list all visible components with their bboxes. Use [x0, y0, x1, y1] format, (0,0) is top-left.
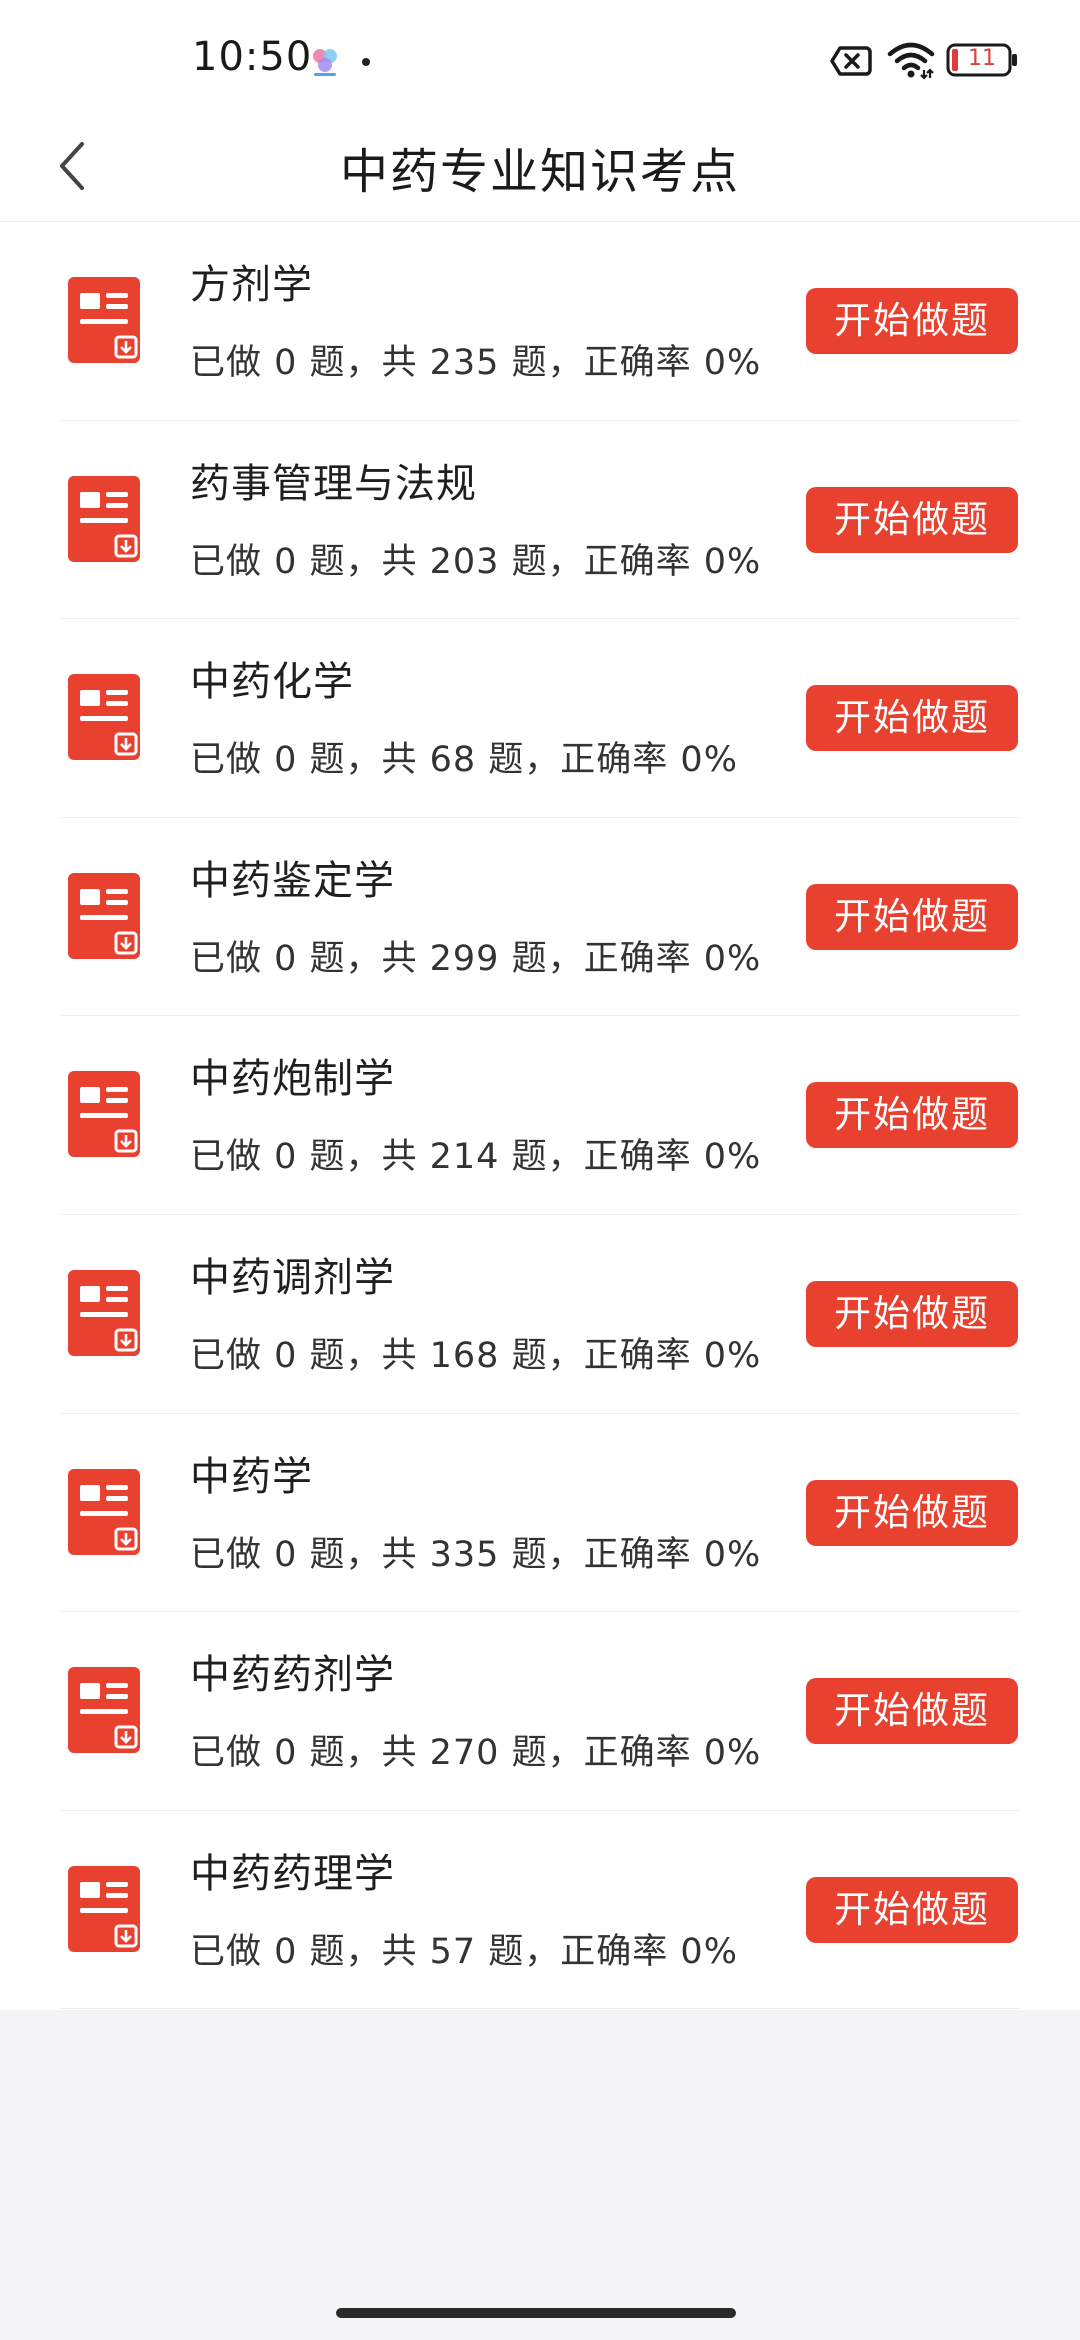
wifi-icon [887, 42, 935, 80]
document-icon [68, 1667, 140, 1754]
topic-stats: 已做 0 题，共 57 题，正确率 0% [190, 1931, 738, 1972]
topic-title: 中药学 [190, 1453, 313, 1500]
app-notification-icon [313, 49, 337, 76]
topic-stats: 已做 0 题，共 299 题，正确率 0% [190, 938, 762, 979]
topic-stats: 已做 0 题，共 235 题，正确率 0% [190, 343, 762, 383]
topic-stats: 已做 0 题，共 214 题，正确率 0% [190, 1137, 762, 1178]
top-app-bar: 中药专业知识考点 [0, 110, 1080, 222]
status-bar: 10:50 11 [0, 0, 1080, 110]
start-quiz-button[interactable]: 开始做题 [806, 883, 1018, 950]
list-item[interactable]: 中药鉴定学 已做 0 题，共 299 题，正确率 0% 开始做题 [0, 818, 1080, 1017]
topic-title: 中药化学 [190, 659, 354, 706]
topic-title: 中药炮制学 [190, 1056, 395, 1103]
document-icon [68, 1865, 140, 1952]
list-item[interactable]: 中药调剂学 已做 0 题，共 168 题，正确率 0% 开始做题 [0, 1215, 1080, 1414]
start-quiz-button[interactable]: 开始做题 [806, 1280, 1018, 1347]
document-icon [68, 1071, 140, 1158]
document-icon [68, 1468, 140, 1555]
page-title: 中药专业知识考点 [339, 144, 740, 200]
start-quiz-button[interactable]: 开始做题 [806, 288, 1018, 354]
start-quiz-button[interactable]: 开始做题 [806, 1479, 1018, 1546]
list-item[interactable]: 中药炮制学 已做 0 题，共 214 题，正确率 0% 开始做题 [0, 1016, 1080, 1215]
topic-title: 中药调剂学 [190, 1254, 395, 1301]
topic-title: 方剂学 [190, 262, 313, 308]
topic-list: 方剂学 已做 0 题，共 235 题，正确率 0% 开始做题 药事管理与法规 已… [0, 222, 1080, 2010]
topic-stats: 已做 0 题，共 203 题，正确率 0% [190, 541, 762, 582]
topic-title: 中药药理学 [190, 1850, 395, 1897]
list-item[interactable]: 中药学 已做 0 题，共 335 题，正确率 0% 开始做题 [0, 1414, 1080, 1613]
document-icon [68, 872, 140, 959]
topic-title: 中药药剂学 [190, 1652, 395, 1699]
document-icon [68, 1269, 140, 1356]
topic-stats: 已做 0 题，共 335 题，正确率 0% [190, 1534, 762, 1575]
list-item[interactable]: 药事管理与法规 已做 0 题，共 203 题，正确率 0% 开始做题 [0, 421, 1080, 620]
notification-dot [362, 58, 370, 66]
list-item[interactable]: 中药化学 已做 0 题，共 68 题，正确率 0% 开始做题 [0, 619, 1080, 818]
topic-stats: 已做 0 题，共 168 题，正确率 0% [190, 1335, 762, 1376]
status-time: 10:50 [192, 34, 313, 80]
document-icon [68, 475, 140, 562]
topic-stats: 已做 0 题，共 270 题，正确率 0% [190, 1733, 762, 1774]
list-item[interactable]: 中药药理学 已做 0 题，共 57 题，正确率 0% 开始做题 [0, 1811, 1080, 2010]
topic-title: 药事管理与法规 [190, 460, 477, 507]
topic-title: 中药鉴定学 [190, 857, 395, 904]
home-indicator[interactable] [336, 2308, 736, 2318]
start-quiz-button[interactable]: 开始做题 [806, 1082, 1018, 1149]
start-quiz-button[interactable]: 开始做题 [806, 685, 1018, 752]
document-icon [68, 277, 140, 363]
sim-no-signal-icon [830, 46, 872, 76]
screen: 10:50 11 中药专业知识考点 方剂学 已做 0 题，共 235 题，正确率… [0, 0, 1080, 2340]
topic-stats: 已做 0 题，共 68 题，正确率 0% [190, 740, 738, 781]
start-quiz-button[interactable]: 开始做题 [806, 486, 1018, 553]
list-item[interactable]: 中药药剂学 已做 0 题，共 270 题，正确率 0% 开始做题 [0, 1612, 1080, 1811]
start-quiz-button[interactable]: 开始做题 [806, 1876, 1018, 1943]
battery-level: 11 [968, 46, 996, 71]
start-quiz-button[interactable]: 开始做题 [806, 1678, 1018, 1745]
list-item[interactable]: 方剂学 已做 0 题，共 235 题，正确率 0% 开始做题 [0, 222, 1080, 421]
document-icon [68, 674, 140, 761]
